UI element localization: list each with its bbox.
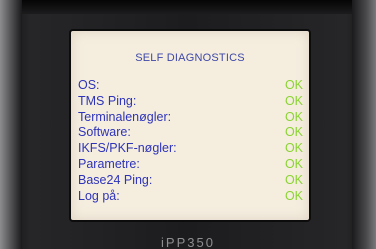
diagnostic-row-log-on: Log på: OK <box>78 189 303 205</box>
diagnostic-status: OK <box>284 172 303 187</box>
diagnostic-status: OK <box>284 125 303 140</box>
diagnostic-row-base24-ping: Base24 Ping: OK <box>78 173 303 189</box>
diagnostic-row-tms-ping: TMS Ping: OK <box>78 94 303 110</box>
diagnostic-status: OK <box>284 188 303 203</box>
diagnostic-label: Terminalenøgler: <box>78 109 172 124</box>
diagnostic-label: IKFS/PKF-nøgler: <box>78 141 177 156</box>
diagnostic-status: OK <box>284 109 303 124</box>
diagnostic-row-ikfs-pkf-keys: IKFS/PKF-nøgler: OK <box>78 141 303 157</box>
diagnostic-label: Base24 Ping: <box>78 172 153 187</box>
diagnostic-status: OK <box>284 78 303 92</box>
diagnostic-row-os: OS: OK <box>78 78 303 94</box>
device-model-label: iPP350 <box>161 235 215 249</box>
diagnostic-row-parameters: Parametre: OK <box>78 157 303 173</box>
diagnostic-status: OK <box>284 156 303 171</box>
terminal-left-bezel <box>0 0 22 249</box>
screen-title: SELF DIAGNOSTICS <box>135 52 245 64</box>
terminal-top-bezel <box>0 0 376 14</box>
diagnostic-status: OK <box>284 141 303 156</box>
diagnostics-list: OS: OK TMS Ping: OK Terminalenøgler: OK … <box>78 78 303 204</box>
payment-terminal: SELF DIAGNOSTICS OS: OK TMS Ping: OK Ter… <box>0 0 376 249</box>
diagnostic-label: OS: <box>78 78 100 92</box>
diagnostic-row-software: Software: OK <box>78 125 303 141</box>
diagnostic-label: Software: <box>78 125 131 140</box>
terminal-screen: SELF DIAGNOSTICS OS: OK TMS Ping: OK Ter… <box>71 31 309 220</box>
diagnostic-label: Log på: <box>78 188 120 203</box>
diagnostic-row-terminal-keys: Terminalenøgler: OK <box>78 110 303 126</box>
diagnostic-label: TMS Ping: <box>78 93 137 108</box>
terminal-right-bezel <box>352 0 376 249</box>
diagnostic-label: Parametre: <box>78 156 140 171</box>
diagnostic-status: OK <box>284 93 303 108</box>
